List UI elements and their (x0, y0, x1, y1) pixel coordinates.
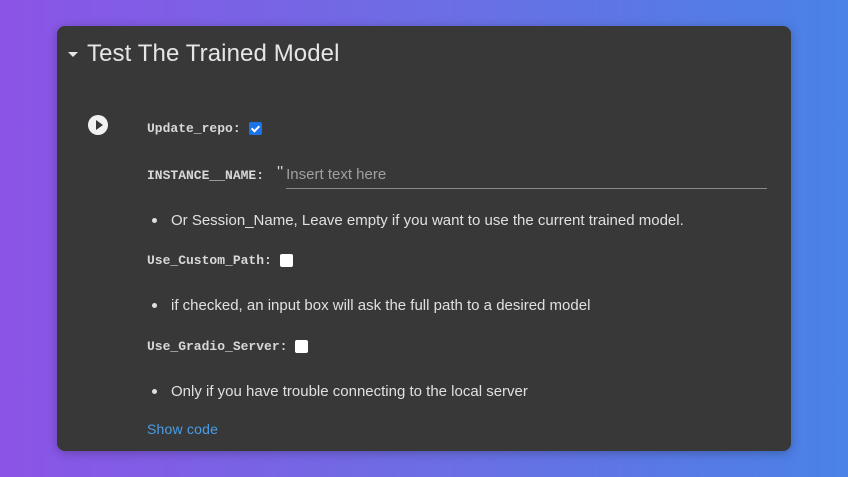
instance-name-note: Or Session_Name, Leave empty if you want… (152, 212, 684, 229)
run-cell-button[interactable] (88, 115, 108, 135)
use-gradio-server-label: Use_Gradio_Server: (147, 339, 288, 354)
show-code-link[interactable]: Show code (147, 421, 218, 437)
use-gradio-server-row: Use_Gradio_Server: (147, 339, 309, 354)
custom-path-note-text: if checked, an input box will ask the fu… (171, 297, 591, 314)
play-icon (95, 120, 103, 130)
collapse-toggle[interactable] (57, 39, 87, 69)
bullet-dot (152, 389, 157, 394)
use-gradio-server-checkbox[interactable] (295, 340, 309, 353)
use-custom-path-label: Use_Custom_Path: (147, 253, 272, 268)
update-repo-checkbox[interactable] (248, 122, 262, 135)
section-title: Test The Trained Model (87, 40, 340, 67)
gradio-note-text: Only if you have trouble connecting to t… (171, 383, 528, 400)
form-cell: Test The Trained Model Update_repo: INST… (57, 26, 791, 451)
string-quote-mark: '' (277, 163, 284, 181)
custom-path-note: if checked, an input box will ask the fu… (152, 297, 590, 314)
bullet-dot (152, 218, 157, 223)
instance-name-row: INSTANCE__NAME: '' (147, 162, 768, 189)
use-custom-path-row: Use_Custom_Path: (147, 253, 293, 268)
instance-name-input[interactable] (286, 162, 768, 189)
update-repo-label: Update_repo: (147, 121, 241, 136)
update-repo-row: Update_repo: (147, 121, 262, 136)
checkmark-icon (250, 122, 260, 133)
instance-name-note-text: Or Session_Name, Leave empty if you want… (171, 212, 684, 229)
instance-name-label: INSTANCE__NAME: (147, 168, 265, 183)
bullet-dot (152, 303, 157, 308)
use-custom-path-checkbox[interactable] (279, 254, 293, 267)
gradio-note: Only if you have trouble connecting to t… (152, 383, 528, 400)
section-header: Test The Trained Model (57, 38, 340, 70)
caret-down-icon (68, 51, 78, 57)
